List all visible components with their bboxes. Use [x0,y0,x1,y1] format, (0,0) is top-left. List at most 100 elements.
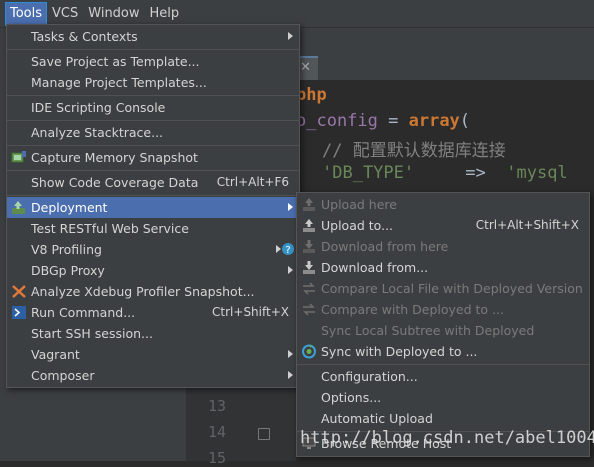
menu-item-compare-with[interactable]: Compare with Deployed to ... [297,299,589,320]
menu-item-label: Compare with Deployed to ... [321,302,504,317]
deployment-icon [11,200,27,215]
menu-item-test-restful[interactable]: Test RESTful Web Service [7,218,299,239]
xdebug-icon [11,284,27,299]
menu-item-tasks-contexts[interactable]: Tasks & Contexts [7,26,299,47]
menu-item-download-here[interactable]: Download from here [297,236,589,257]
code-php-tag: php [296,85,327,105]
menu-separator [7,145,299,146]
tools-menu: Tasks & Contexts Save Project as Templat… [6,24,300,388]
fold-marker-icon[interactable] [258,428,270,440]
menu-item-analyze-xdebug[interactable]: Analyze Xdebug Profiler Snapshot... [7,281,299,302]
deployment-submenu: Upload here Upload to... Ctrl+Alt+Shift+… [296,192,590,457]
menu-item-sync-with[interactable]: Sync with Deployed to ... [297,341,589,362]
menu-item-compare-local[interactable]: Compare Local File with Deployed Version [297,278,589,299]
menu-item-sync-subtree[interactable]: Sync Local Subtree with Deployed [297,320,589,341]
code-keyword: array [408,111,460,131]
menu-item-manage-templates[interactable]: Manage Project Templates... [7,72,299,93]
menu-item-configuration[interactable]: Configuration... [297,366,589,387]
menu-item-label: Configuration... [321,369,418,384]
download-icon [301,260,317,275]
menu-item-start-ssh[interactable]: Start SSH session... [7,323,299,344]
menu-item-upload-here[interactable]: Upload here [297,194,589,215]
submenu-arrow-icon [288,203,293,211]
menu-item-label: Automatic Upload [321,411,433,426]
menu-item-label: DBGp Proxy [31,263,105,278]
menu-item-dbgp-proxy[interactable]: DBGp Proxy [7,260,299,281]
menu-item-shortcut: Ctrl+Alt+Shift+X [475,218,579,232]
menu-item-save-project-template[interactable]: Save Project as Template... [7,51,299,72]
svg-text:?: ? [285,245,290,256]
menu-item-options[interactable]: Options... [297,387,589,408]
menu-item-label: Start SSH session... [31,326,153,341]
menu-item-label: Compare Local File with Deployed Version [321,281,583,296]
code-paren: ( [459,111,471,131]
menu-separator [7,95,299,96]
help-icon: ? [281,242,297,257]
menu-item-label: Sync with Deployed to ... [321,344,478,359]
menu-item-shortcut: Ctrl+Alt+F6 [216,175,289,189]
submenu-arrow-icon [288,32,293,40]
code-comment: // 配置默认数据库连接 [322,141,506,161]
close-icon[interactable]: ✕ [300,60,311,75]
compare-icon [301,281,317,296]
menu-item-label: Run Command... [31,305,136,320]
submenu-arrow-icon [288,350,293,358]
menu-item-label: V8 Profiling [31,242,102,257]
code-operator: = [377,111,409,131]
menu-item-label: Analyze Stacktrace... [31,125,164,140]
menu-help[interactable]: Help [146,3,184,25]
menu-item-label: Options... [321,390,382,405]
menu-item-label: Upload here [321,197,397,212]
menu-item-shortcut: Ctrl+Shift+X [212,305,289,319]
watermark-text: http://blog.csdn.net/abel1004 [300,428,594,448]
menu-item-deployment[interactable]: Deployment [7,197,299,218]
menu-item-upload-to[interactable]: Upload to... Ctrl+Alt+Shift+X [297,215,589,236]
line-number: 15 [207,449,226,467]
menu-item-label: Download from... [321,260,429,275]
menu-item-ide-scripting-console[interactable]: IDE Scripting Console [7,97,299,118]
menu-item-label: Analyze Xdebug Profiler Snapshot... [31,284,255,299]
memory-snapshot-icon [11,150,27,165]
menu-item-download-from[interactable]: Download from... [297,257,589,278]
terminal-icon [11,305,27,320]
menu-separator [7,120,299,121]
upload-icon [301,197,317,212]
menu-item-label: Upload to... [321,218,394,233]
compare-icon [301,302,317,317]
menu-item-label: Manage Project Templates... [31,75,207,90]
menu-item-run-command[interactable]: Run Command... Ctrl+Shift+X [7,302,299,323]
menu-item-label: Capture Memory Snapshot [31,150,198,165]
menu-item-show-code-coverage[interactable]: Show Code Coverage Data Ctrl+Alt+F6 [7,172,299,193]
menu-tools[interactable]: Tools [4,1,48,26]
menu-item-composer[interactable]: Composer [7,365,299,386]
download-icon [301,239,317,254]
upload-icon [301,218,317,233]
code-arrow: => [414,163,507,183]
code-string-key: 'DB_TYPE' [322,163,415,183]
menu-item-vagrant[interactable]: Vagrant [7,344,299,365]
menu-item-label: Download from here [321,239,449,254]
menu-separator [297,364,589,365]
menu-item-analyze-stacktrace[interactable]: Analyze Stacktrace... [7,122,299,143]
menu-item-label: Save Project as Template... [31,54,200,69]
menu-item-label: Tasks & Contexts [31,29,138,44]
sync-icon [301,344,317,359]
code-string-value: 'mysql [506,163,568,183]
menu-item-label: Sync Local Subtree with Deployed [321,323,535,338]
submenu-arrow-icon [288,371,293,379]
code-variable: o_config [296,111,378,131]
menu-item-label: IDE Scripting Console [31,100,166,115]
menu-item-v8-profiling[interactable]: V8 Profiling ? [7,239,299,260]
menu-window[interactable]: Window [84,3,143,25]
menu-item-label: Deployment [31,200,108,215]
line-number: 13 [207,397,226,415]
menu-vcs[interactable]: VCS [48,3,82,25]
menu-separator [7,49,299,50]
menu-item-label: Show Code Coverage Data [31,175,199,190]
menu-item-automatic-upload[interactable]: Automatic Upload [297,408,589,429]
line-number: 14 [207,423,226,441]
menu-separator [7,195,299,196]
menu-item-label: Vagrant [31,347,80,362]
menu-item-capture-memory-snapshot[interactable]: Capture Memory Snapshot [7,147,299,168]
submenu-arrow-icon [288,266,293,274]
